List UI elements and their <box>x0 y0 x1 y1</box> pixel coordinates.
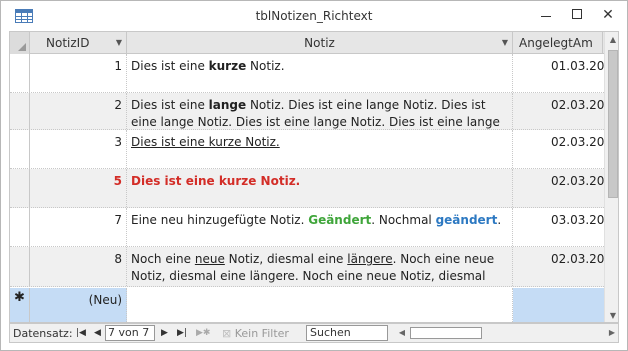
horizontal-scrollbar[interactable]: ◀ ▶ <box>396 325 618 341</box>
scroll-down-icon[interactable]: ▼ <box>605 308 618 322</box>
column-header-label: AngelegtAm <box>519 36 593 50</box>
column-header-notiz[interactable]: Notiz ▼ <box>127 32 513 54</box>
row-selector[interactable] <box>10 208 30 246</box>
vertical-scrollbar[interactable]: ▲ ▼ <box>604 32 618 322</box>
window-title: tblNotizen_Richtext <box>255 9 373 23</box>
angelegtam-cell[interactable]: 02.03.20 <box>513 130 604 168</box>
chevron-down-icon[interactable]: ▼ <box>116 32 122 54</box>
table-row[interactable]: 7 Eine neu hinzugefügte Notiz. Geändert. … <box>10 208 604 247</box>
new-record-marker[interactable]: ✱ <box>10 288 30 322</box>
notizid-cell[interactable]: 8 <box>30 247 127 286</box>
chevron-down-icon[interactable]: ▼ <box>502 32 508 54</box>
new-record-row[interactable]: ✱ (Neu) <box>10 288 604 322</box>
notizid-cell[interactable]: 1 <box>30 54 127 92</box>
record-navigation-bar: Datensatz: |◀ ◀ 7 von 7 ▶ ▶| ▶✱ ⊠ Kein F… <box>9 323 619 343</box>
table-row[interactable]: 8 Noch eine neue Notiz, diesmal eine läng… <box>10 247 604 287</box>
notiz-text-run: . Nochmal <box>371 213 436 227</box>
notiz-text-run: kurze <box>208 59 247 73</box>
record-label: Datensatz: <box>13 327 73 340</box>
current-record-field[interactable]: 7 von 7 <box>105 325 155 341</box>
notiz-text-run: Dies ist eine kurze Notiz. <box>131 135 280 149</box>
notiz-text-run: längere <box>347 252 393 266</box>
notiz-text-run: Noch eine <box>131 252 195 266</box>
maximize-icon <box>572 8 582 19</box>
minimize-button[interactable] <box>535 5 557 25</box>
notiz-cell[interactable]: Dies ist eine kurze Notiz. <box>127 54 513 92</box>
column-header-label: Notiz <box>304 36 335 50</box>
table-row[interactable]: 1 Dies ist eine kurze Notiz. 01.03.20 <box>10 54 604 93</box>
close-icon: ✕ <box>602 7 614 23</box>
notiz-text-run: Eine neu hinzugefügte Notiz. <box>131 213 309 227</box>
filter-icon: ⊠ <box>222 327 232 340</box>
notiz-text-run: Notiz. <box>246 59 285 73</box>
angelegtam-cell[interactable]: 02.03.20 <box>513 93 604 129</box>
filter-label: Kein Filter <box>234 327 289 340</box>
notiz-text-run: lange <box>208 98 247 112</box>
notizid-cell[interactable]: 7 <box>30 208 127 246</box>
scroll-right-icon[interactable]: ▶ <box>606 325 618 341</box>
previous-record-icon[interactable]: ◀ <box>94 326 101 340</box>
filter-toggle[interactable]: ⊠ Kein Filter <box>222 327 289 340</box>
notiz-cell[interactable]: Noch eine neue Notiz, diesmal eine länge… <box>127 247 513 286</box>
row-selector[interactable] <box>10 93 30 129</box>
scrollbar-thumb[interactable] <box>608 50 618 198</box>
column-header-notizid[interactable]: NotizID ▼ <box>30 32 127 54</box>
select-all-button[interactable] <box>10 32 30 54</box>
scroll-left-icon[interactable]: ◀ <box>396 325 408 341</box>
notizid-cell[interactable]: 5 <box>30 169 127 207</box>
table-row[interactable]: 3 Dies ist eine kurze Notiz. 02.03.20 <box>10 130 604 169</box>
angelegtam-cell[interactable]: 02.03.20 <box>513 247 604 286</box>
angelegtam-cell[interactable]: 01.03.20 <box>513 54 604 92</box>
new-record-notiz-cell[interactable] <box>127 288 513 322</box>
close-button[interactable]: ✕ <box>597 5 619 25</box>
new-record-id-cell[interactable]: (Neu) <box>30 288 127 322</box>
first-record-icon[interactable]: |◀ <box>76 326 86 340</box>
notiz-text-run: neue <box>194 252 225 266</box>
minimize-icon <box>541 16 551 17</box>
maximize-button[interactable] <box>566 5 588 25</box>
notiz-cell[interactable]: Eine neu hinzugefügte Notiz. Geändert. N… <box>127 208 513 246</box>
notiz-text-run: geändert <box>435 213 498 227</box>
notiz-cell[interactable]: Dies ist eine lange Notiz. Dies ist eine… <box>127 93 513 129</box>
row-selector[interactable] <box>10 247 30 286</box>
notiz-text-run: . <box>497 213 502 227</box>
column-header-row: NotizID ▼ Notiz ▼ AngelegtAm <box>10 32 618 54</box>
column-header-label: NotizID <box>46 36 90 50</box>
row-selector[interactable] <box>10 169 30 207</box>
notizid-cell[interactable]: 2 <box>30 93 127 129</box>
row-selector[interactable] <box>10 130 30 168</box>
notizid-cell[interactable]: 3 <box>30 130 127 168</box>
last-record-icon[interactable]: ▶| <box>177 326 187 340</box>
angelegtam-cell[interactable]: 03.03.20 <box>513 208 604 246</box>
notiz-text-run: Notiz, diesmal eine <box>224 252 348 266</box>
title-bar: tblNotizen_Richtext ✕ <box>1 1 627 31</box>
horizontal-scrollbar-thumb[interactable] <box>410 327 482 339</box>
new-record-date-cell[interactable] <box>513 288 604 322</box>
row-selector[interactable] <box>10 54 30 92</box>
notiz-text-run: Dies ist eine <box>131 98 209 112</box>
table-row[interactable]: 5 Dies ist eine kurze Notiz. 02.03.20 <box>10 169 604 208</box>
new-record-icon[interactable]: ▶✱ <box>196 326 210 340</box>
notiz-text-run: Geändert <box>308 213 372 227</box>
notiz-text-run: Dies ist eine <box>131 59 209 73</box>
notiz-cell[interactable]: Dies ist eine kurze Notiz. <box>127 169 513 207</box>
next-record-icon[interactable]: ▶ <box>161 326 168 340</box>
scroll-up-icon[interactable]: ▲ <box>605 32 618 48</box>
notiz-text-run: Dies ist eine kurze Notiz. <box>131 174 301 188</box>
search-input[interactable]: Suchen <box>306 325 388 341</box>
notiz-cell[interactable]: Dies ist eine kurze Notiz. <box>127 130 513 168</box>
datasheet-window: tblNotizen_Richtext ✕ NotizID ▼ Notiz ▼ … <box>0 0 628 351</box>
column-header-angelegtam[interactable]: AngelegtAm <box>513 32 603 54</box>
table-row[interactable]: 2 Dies ist eine lange Notiz. Dies ist ein… <box>10 93 604 130</box>
angelegtam-cell[interactable]: 02.03.20 <box>513 169 604 207</box>
datasheet-grid: NotizID ▼ Notiz ▼ AngelegtAm 1 Dies ist e… <box>9 31 619 323</box>
